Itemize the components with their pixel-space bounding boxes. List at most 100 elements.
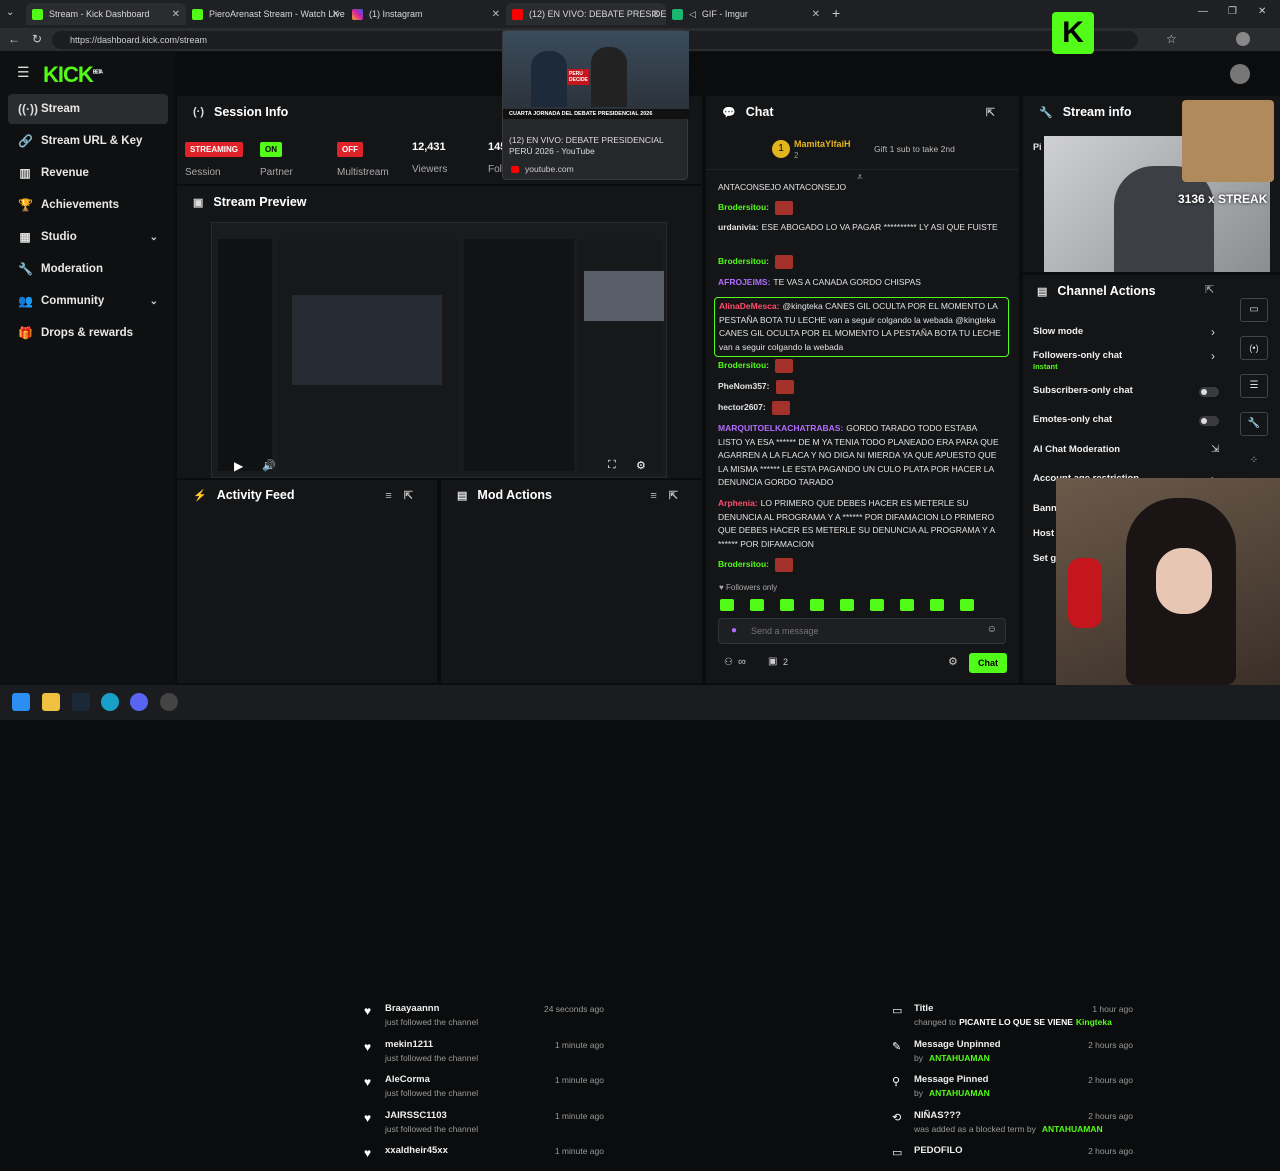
chat-message[interactable]: AFROJEIMS: TE VAS A CANADA GORDO CHISPAS <box>718 276 1003 290</box>
filter-popout-icons[interactable]: ≡⇱ <box>650 489 690 502</box>
settings-icon[interactable]: ⚙ <box>636 459 646 472</box>
scroll-indicator-icon[interactable]: ⩡ <box>857 172 863 183</box>
tab-list-icon[interactable]: ⌄ <box>6 7 14 18</box>
sidebar-item-moderation[interactable]: 🔧 Moderation <box>8 254 168 284</box>
minimize-icon[interactable]: — <box>1198 6 1208 17</box>
hamburger-menu-icon[interactable]: ☰ <box>17 64 30 81</box>
chat-message[interactable]: Brodersitou: <box>718 255 1003 269</box>
close-tab-icon[interactable]: ✕ <box>172 9 180 20</box>
chat-message[interactable]: AlinaDeMesca: @kingteka CANES GIL OCULTA … <box>714 297 1009 357</box>
new-tab-icon[interactable]: + <box>832 5 840 21</box>
close-tab-icon[interactable]: ✕ <box>812 9 820 20</box>
chat-input-box[interactable]: ● ☺ <box>718 618 1006 644</box>
sidebar-item-achievements[interactable]: 🏆 Achievements <box>8 190 168 220</box>
chat-username[interactable]: AFROJEIMS: <box>718 277 770 287</box>
channel-action-item[interactable]: Slow mode › <box>1033 325 1223 346</box>
popout-icon[interactable]: ⇱ <box>986 106 1007 119</box>
profile-icon[interactable] <box>1236 32 1250 46</box>
mod-action-row[interactable]: ▭ Title changed to PICANTE LO QUE SE VIENE K… <box>882 995 1143 1029</box>
emote-icon[interactable] <box>930 599 944 611</box>
emote-icon[interactable] <box>810 599 824 611</box>
activity-row[interactable]: ♥ xxaldheir45xx 1 minute ago <box>354 1137 614 1171</box>
chat-message[interactable]: ANTACONSEJO ANTACONSEJO <box>718 181 1003 195</box>
emote-icon[interactable] <box>960 599 974 611</box>
sidebar-item-stream[interactable]: ((·)) Stream <box>8 94 168 124</box>
chat-username[interactable]: hector2607: <box>718 402 766 412</box>
mod-action-row[interactable]: ⚲ Message Pinned by ANTAHUAMAN 2 hours ago <box>882 1066 1143 1100</box>
chat-message[interactable]: urdanivia: ESE ABOGADO LO VA PAGAR ******… <box>718 221 1003 235</box>
sidebar-item-stream-url-key[interactable]: 🔗 Stream URL & Key <box>8 126 168 156</box>
close-window-icon[interactable]: ✕ <box>1258 6 1266 17</box>
chat-username[interactable]: Brodersitou: <box>718 256 769 266</box>
emote-icon[interactable] <box>900 599 914 611</box>
preview-video[interactable]: ▶ 🔊 ⛶ ⚙ <box>211 222 667 478</box>
chat-username[interactable]: AlinaDeMesca: <box>719 301 779 311</box>
browser-tab-youtube[interactable]: (12) EN VIVO: DEBATE PRESIDENC ✕ <box>506 3 666 25</box>
volume-icon[interactable]: 🔊 <box>262 459 276 472</box>
chat-username[interactable]: Brodersitou: <box>718 360 769 370</box>
chat-username[interactable]: Arphenia: <box>718 498 758 508</box>
obs-icon[interactable] <box>160 693 178 711</box>
sidebar-item-revenue[interactable]: ▥ Revenue <box>8 158 168 188</box>
chat-message[interactable]: Arphenia: LO PRIMERO QUE DEBES HACER ES M… <box>718 497 1003 551</box>
reload-icon[interactable]: ↻ <box>32 32 42 46</box>
popout-icon[interactable]: ⇱ <box>1205 283 1214 296</box>
emote-icon[interactable] <box>720 599 734 611</box>
toggle-switch[interactable] <box>1199 416 1219 426</box>
chat-message[interactable]: hector2607: <box>718 401 1003 415</box>
chat-settings-icon[interactable]: ⚙ <box>948 655 958 668</box>
play-icon[interactable]: ▶ <box>234 459 243 473</box>
windows-start-icon[interactable] <box>12 693 30 711</box>
avatar[interactable] <box>1230 64 1250 84</box>
activity-row[interactable]: ♥ mekin1211 just followed the channel 1 min… <box>354 1031 614 1065</box>
activity-row[interactable]: ♥ Braayaannn just followed the channel 24 s… <box>354 995 614 1029</box>
restore-icon[interactable]: ❐ <box>1228 6 1237 17</box>
gift-banner[interactable]: 1 MamitaYlfaiH 2 Gift 1 sub to take 2nd <box>706 132 1019 170</box>
browser-tab-imgur[interactable]: ◁ GIF - Imgur ✕ <box>666 3 826 25</box>
channel-action-item[interactable]: Subscribers-only chat <box>1033 385 1223 405</box>
chat-username[interactable]: PheNom357: <box>718 381 770 391</box>
emote-icon[interactable] <box>840 599 854 611</box>
steam-icon[interactable] <box>72 693 90 711</box>
mod-action-row[interactable]: ⟲ NIÑAS??? was added as a blocked term by A… <box>882 1102 1143 1136</box>
browser-tab-kick-dashboard[interactable]: Stream - Kick Dashboard ✕ <box>26 3 186 25</box>
sidebar-item-drops-rewards[interactable]: 🎁 Drops & rewards <box>8 318 168 348</box>
mod-action-row[interactable]: ▭ PEDOFILO 2 hours ago <box>882 1137 1143 1171</box>
chat-message[interactable]: Brodersitou: <box>718 201 1003 215</box>
channel-action-item[interactable]: Emotes-only chat <box>1033 414 1223 434</box>
mod-action-row[interactable]: ✎ Message Unpinned by ANTAHUAMAN 2 hours ago <box>882 1031 1143 1065</box>
chat-username[interactable]: Brodersitou: <box>718 559 769 569</box>
chat-send-button[interactable]: Chat <box>969 653 1007 673</box>
emote-icon[interactable] <box>780 599 794 611</box>
chat-username[interactable]: urdanivia: <box>718 222 759 232</box>
chat-username[interactable]: MARQUITOELKACHATRABAS: <box>718 423 843 433</box>
wrench-icon[interactable]: 🔧 <box>1240 412 1268 436</box>
browser-tab-instagram[interactable]: (1) Instagram ✕ <box>346 3 506 25</box>
close-tab-icon[interactable]: ✕ <box>492 9 500 20</box>
activity-row[interactable]: ♥ JAIRSSC1103 just followed the channel 1 m… <box>354 1102 614 1136</box>
favorites-icon[interactable]: ☆ <box>1166 32 1177 46</box>
close-tab-icon[interactable]: ✕ <box>332 9 340 20</box>
broadcast-icon[interactable]: (•) <box>1240 336 1268 360</box>
filter-popout-icons[interactable]: ≡⇱ <box>385 489 425 502</box>
activity-row[interactable]: ♥ AleCorma just followed the channel 1 minu… <box>354 1066 614 1100</box>
browser-tab-piero[interactable]: PieroArenast Stream - Watch Live ✕ <box>186 3 346 25</box>
discord-icon[interactable] <box>130 693 148 711</box>
emoji-icon[interactable]: ☺ <box>987 624 997 635</box>
chat-message[interactable]: PheNom357: <box>718 380 1003 394</box>
chat-input[interactable] <box>751 623 971 639</box>
back-icon[interactable]: ← <box>8 32 20 46</box>
emote-icon[interactable] <box>750 599 764 611</box>
toggle-switch[interactable] <box>1199 387 1219 397</box>
sidebar-item-community[interactable]: 👥 Community ⌄ <box>8 286 168 316</box>
kick-logo[interactable]: KICKBETA <box>43 62 103 88</box>
fullscreen-icon[interactable]: ⛶ <box>608 459 616 472</box>
layout-icon[interactable]: ☰ <box>1240 374 1268 398</box>
more-icon[interactable]: ⁘ <box>1240 450 1268 474</box>
channel-action-item[interactable]: Followers-only chat Instant › <box>1033 349 1223 371</box>
close-tab-icon[interactable]: ✕ <box>652 9 660 20</box>
chat-message[interactable]: Brodersitou: <box>718 359 1003 373</box>
sidebar-item-studio[interactable]: ▦ Studio ⌄ <box>8 222 168 252</box>
emote-icon[interactable] <box>870 599 884 611</box>
channel-action-item[interactable]: AI Chat Moderation ⇲ <box>1033 444 1223 464</box>
